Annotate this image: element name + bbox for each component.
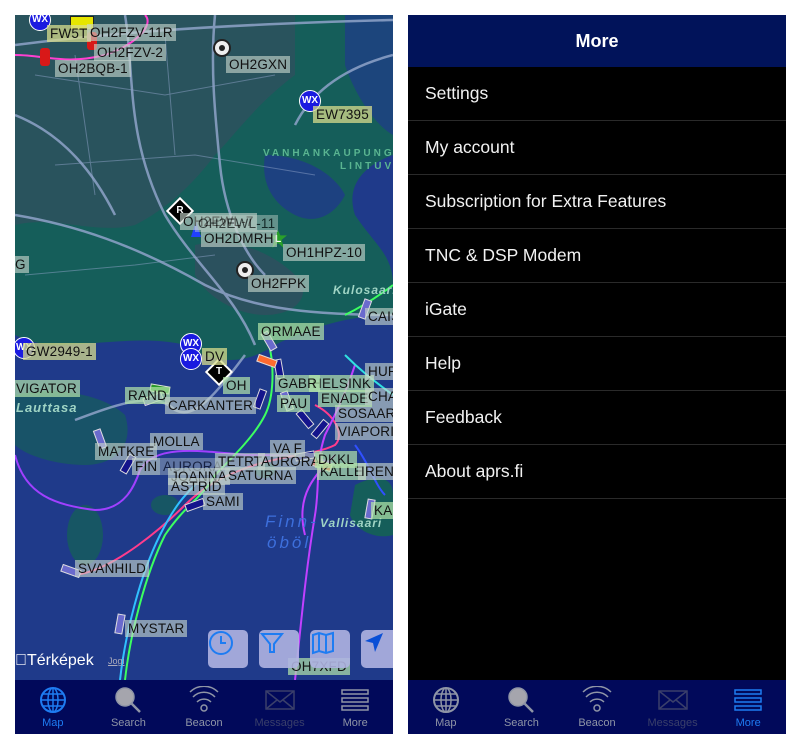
tab-label: Beacon xyxy=(578,717,616,729)
envelope-icon xyxy=(657,690,688,710)
station-label[interactable]: OH2DMRH xyxy=(201,230,277,247)
station-label[interactable]: DKKL xyxy=(315,451,358,468)
menu-item-tnc-modem[interactable]: TNC & DSP Modem xyxy=(408,229,786,283)
station-label[interactable]: OH2GXN xyxy=(226,56,291,73)
menu-item-igate[interactable]: iGate xyxy=(408,283,786,337)
locate-button[interactable] xyxy=(361,630,393,668)
station-label[interactable]: VIGATOR xyxy=(15,380,80,397)
station-label[interactable]: OH2FPK xyxy=(248,275,310,292)
menu-item-my-account[interactable]: My account xyxy=(408,121,786,175)
beacon-icon xyxy=(582,686,612,712)
sea-label-line2: öböl xyxy=(267,533,312,552)
tab-label: Map xyxy=(42,717,64,729)
place-label-lauttasaari: Lauttasa xyxy=(16,400,78,415)
station-label[interactable]: CHA xyxy=(365,388,393,405)
station-label[interactable]: CARKANTER xyxy=(165,397,257,414)
tab-label: Map xyxy=(435,717,457,729)
station-label[interactable]: MYSTAR xyxy=(125,620,188,637)
car-icon[interactable] xyxy=(40,48,50,66)
globe-icon xyxy=(432,687,459,713)
district-label-lintuvesi: LINTUVES xyxy=(340,161,393,172)
map-icon xyxy=(312,631,334,655)
tab-more[interactable]: More xyxy=(317,680,393,734)
station-label[interactable]: FIN xyxy=(132,458,161,475)
search-icon xyxy=(115,687,142,713)
station-label[interactable]: PAU xyxy=(277,395,311,412)
station-label[interactable]: IRENSV xyxy=(358,463,393,480)
tab-bar: Map Search Beacon Messages More xyxy=(408,680,786,734)
station-label[interactable]: G xyxy=(15,256,29,273)
globe-icon xyxy=(39,687,66,713)
tab-label: More xyxy=(735,717,761,729)
station-label[interactable]: ENADE xyxy=(318,390,372,407)
station-label[interactable]: VIAPORI xyxy=(335,423,393,440)
station-label[interactable]: RAND xyxy=(125,387,171,404)
filter-icon xyxy=(259,633,285,653)
clock-icon xyxy=(209,631,233,655)
search-icon xyxy=(508,687,535,713)
legal-link[interactable]: Jogi xyxy=(108,656,125,666)
filter-button[interactable] xyxy=(259,630,299,668)
district-label-vanhankaupunki: VANHANKAUPUNG xyxy=(263,148,393,159)
station-label[interactable]: OH xyxy=(223,377,250,394)
tab-search[interactable]: Search xyxy=(91,680,167,734)
tab-label: Messages xyxy=(647,717,698,729)
station-label[interactable]: FW5T xyxy=(47,25,91,42)
tab-messages[interactable]: Messages xyxy=(242,680,318,734)
location-arrow-icon xyxy=(365,633,383,652)
station-label[interactable]: OH2FZV-2 xyxy=(94,44,167,61)
tab-label: More xyxy=(342,717,368,729)
station-label[interactable]: OH2BQB-1 xyxy=(55,60,131,77)
station-label[interactable]: KA xyxy=(371,502,393,519)
tab-label: Beacon xyxy=(185,717,223,729)
tab-messages[interactable]: Messages xyxy=(635,680,711,734)
map-screen: VANHANKAUPUNG LINTUVES Kulosaari Lauttas… xyxy=(15,15,393,734)
station-target-icon[interactable] xyxy=(213,39,231,57)
maps-attribution: Térképek xyxy=(15,652,94,669)
menu-icon xyxy=(734,689,762,711)
station-label[interactable]: SAMI xyxy=(203,493,243,510)
station-label[interactable]: SVANHILD xyxy=(75,560,150,577)
more-screen: More Settings My account Subscription fo… xyxy=(408,15,786,734)
page-title: More xyxy=(408,15,786,67)
weather-station-icon[interactable]: WX xyxy=(180,348,202,370)
station-label[interactable]: MOLLA xyxy=(150,433,203,450)
station-label[interactable]: GABR xyxy=(275,375,321,392)
menu-item-settings[interactable]: Settings xyxy=(408,67,786,121)
station-label[interactable]: OH1HPZ-10 xyxy=(283,244,366,261)
station-label[interactable]: CAIS xyxy=(365,308,393,325)
tab-search[interactable]: Search xyxy=(484,680,560,734)
tab-more[interactable]: More xyxy=(710,680,786,734)
beacon-icon xyxy=(189,686,219,712)
map-view[interactable]: VANHANKAUPUNG LINTUVES Kulosaari Lauttas… xyxy=(15,15,393,680)
station-label[interactable]: GW2949-1 xyxy=(23,343,96,360)
history-button[interactable] xyxy=(208,630,248,668)
sea-label-line1: Finn- xyxy=(265,512,319,531)
tab-map[interactable]: Map xyxy=(15,680,91,734)
tab-label: Messages xyxy=(254,717,305,729)
tab-map[interactable]: Map xyxy=(408,680,484,734)
envelope-icon xyxy=(264,690,295,710)
more-menu: Settings My account Subscription for Ext… xyxy=(408,67,786,499)
map-type-button[interactable] xyxy=(310,630,350,668)
station-label[interactable]: SOSAARI 2 xyxy=(335,405,393,422)
tab-beacon[interactable]: Beacon xyxy=(166,680,242,734)
station-label[interactable]: DV xyxy=(202,348,228,365)
station-label[interactable]: ORMAAE xyxy=(258,323,324,340)
station-label[interactable]: EW7395 xyxy=(313,106,372,123)
tab-beacon[interactable]: Beacon xyxy=(559,680,635,734)
place-label-kulosaari: Kulosaari xyxy=(333,283,393,297)
station-label[interactable]: SATURNA xyxy=(225,467,296,484)
menu-item-help[interactable]: Help xyxy=(408,337,786,391)
menu-item-feedback[interactable]: Feedback xyxy=(408,391,786,445)
tab-bar: Map Search Beacon Messages More xyxy=(15,680,393,734)
menu-item-about[interactable]: About aprs.fi xyxy=(408,445,786,499)
station-label[interactable]: HURI xyxy=(365,363,393,380)
station-label[interactable]: OH2FZV-11R xyxy=(87,24,176,41)
station-label[interactable]: VA F xyxy=(270,440,306,457)
tab-label: Search xyxy=(110,717,146,729)
menu-item-subscription[interactable]: Subscription for Extra Features xyxy=(408,175,786,229)
tab-label: Search xyxy=(503,717,539,729)
menu-icon xyxy=(341,689,369,711)
